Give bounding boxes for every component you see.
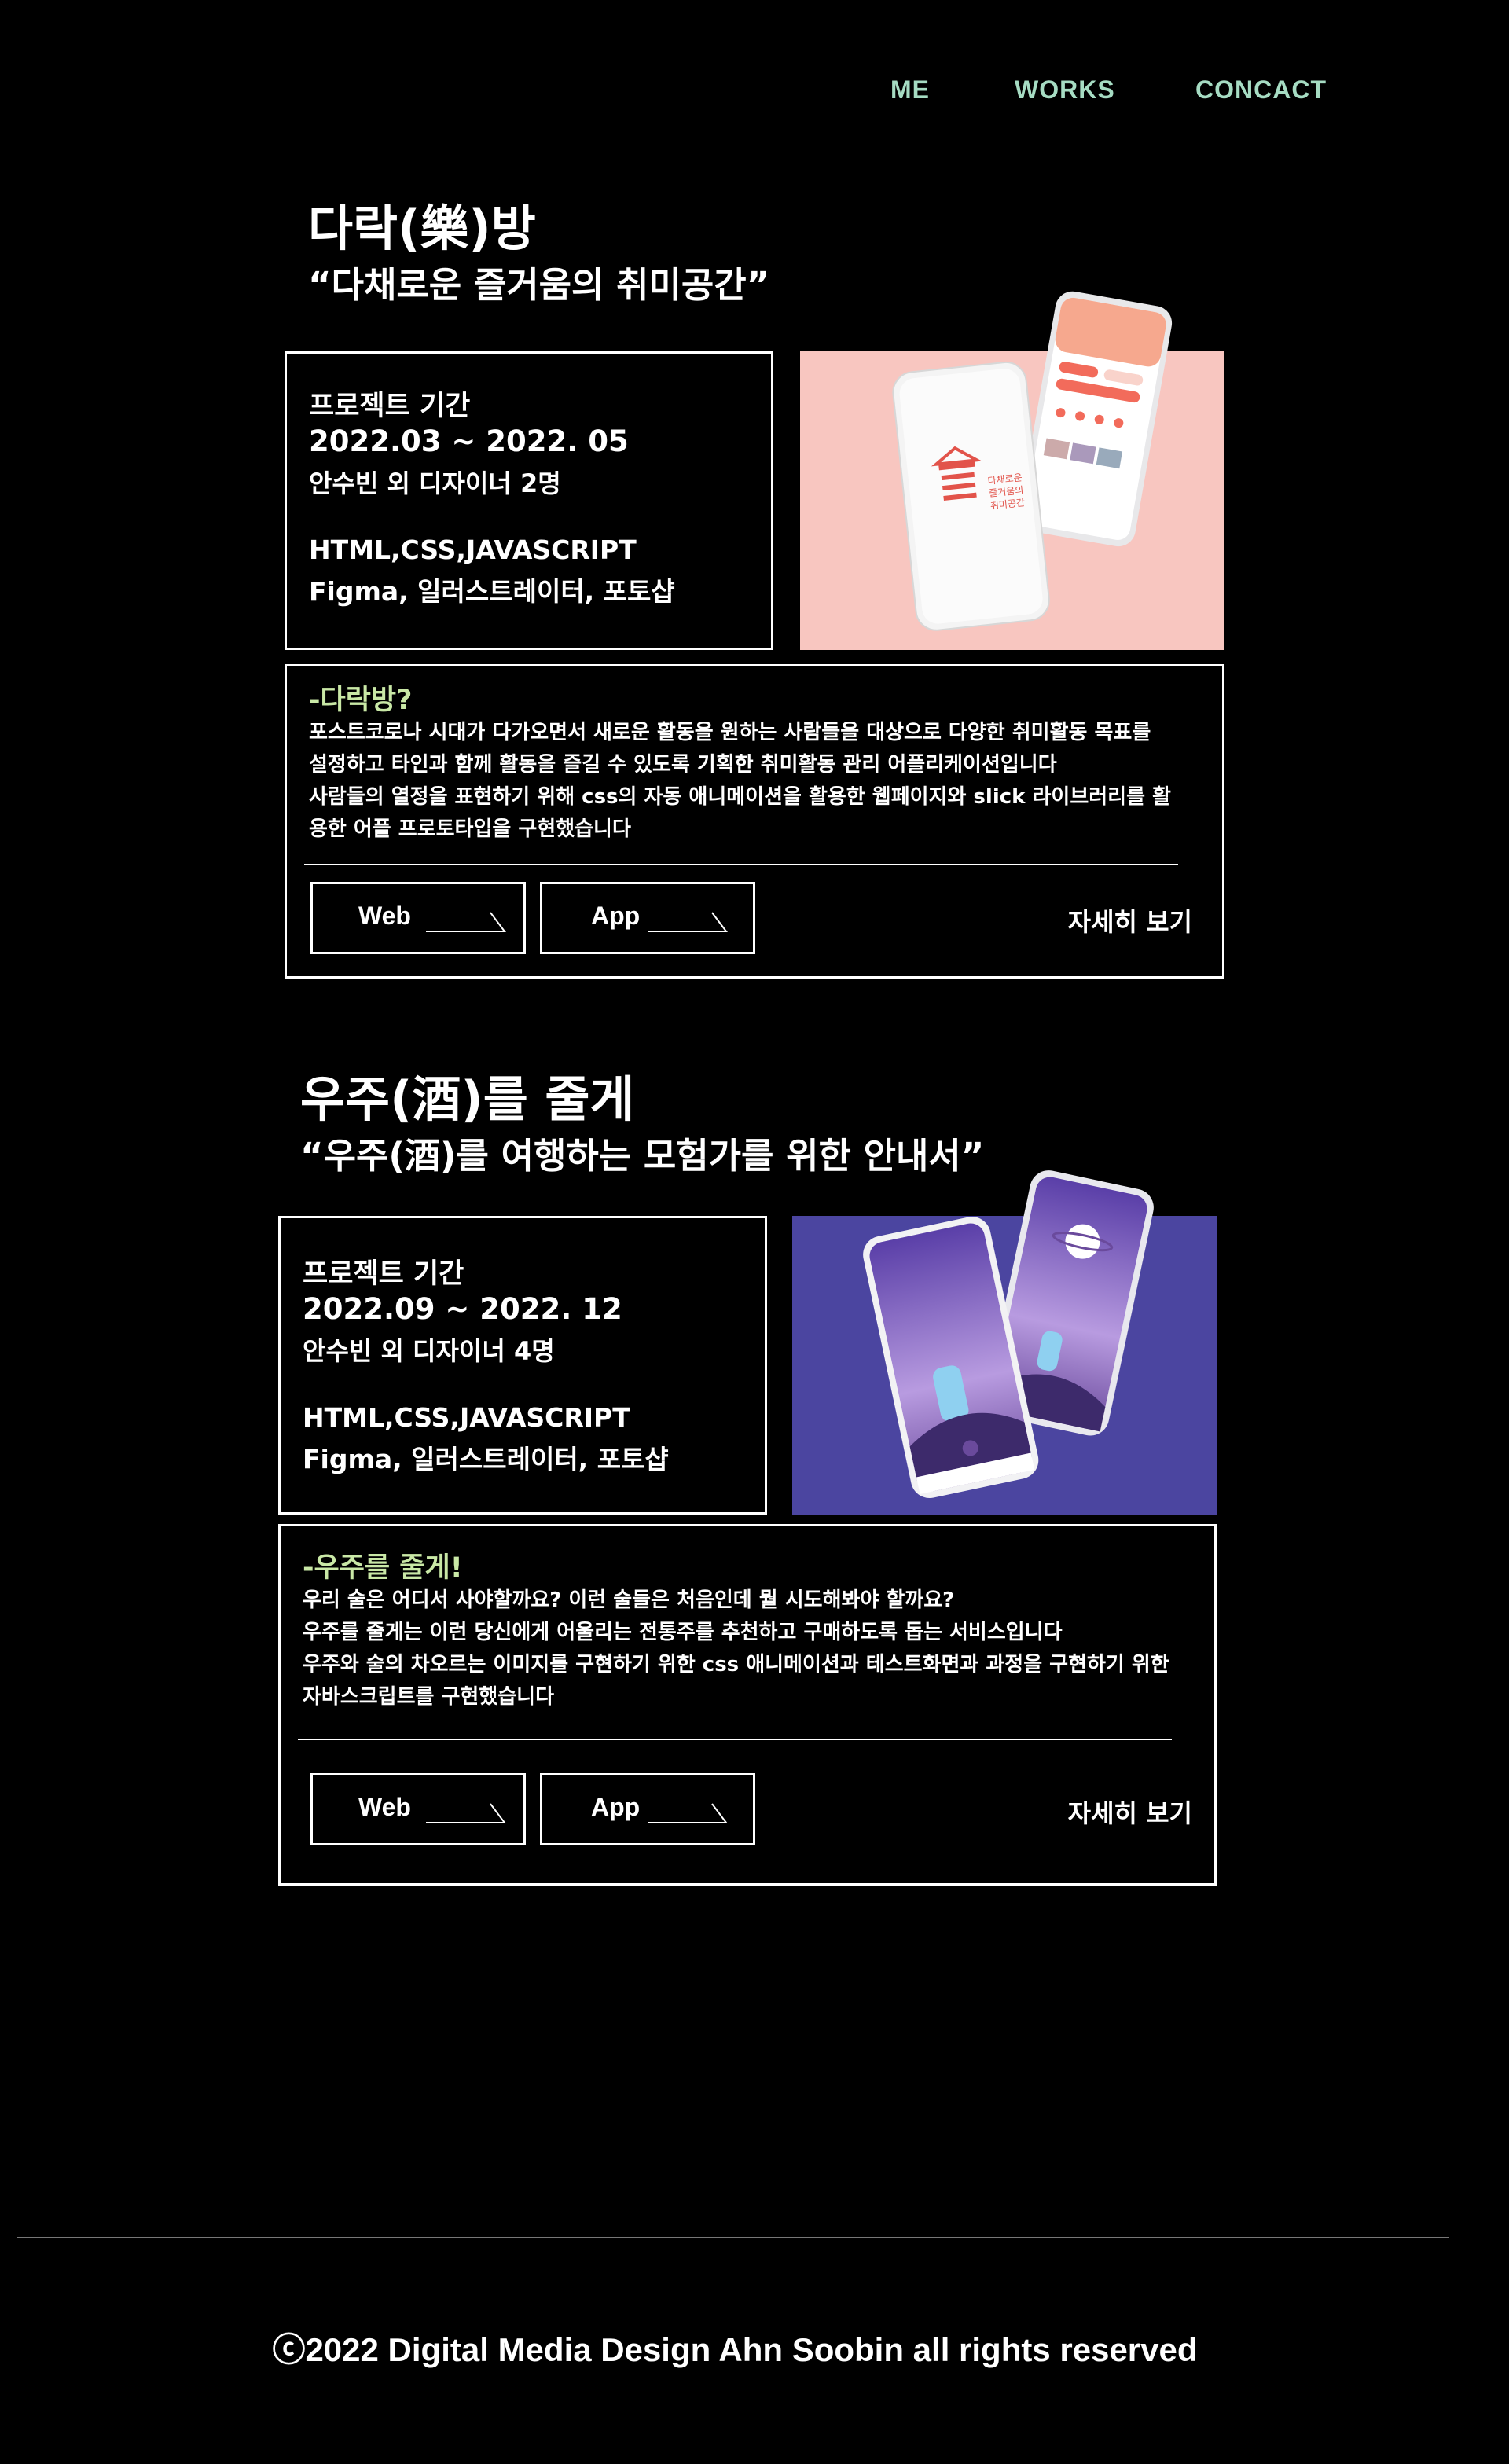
project-info-box: 프로젝트 기간 2022.03 ~ 2022. 05 안수빈 외 디자이너 2명… <box>285 351 773 650</box>
description-heading: -다락방? <box>309 685 413 716</box>
description-heading: -우주를 줄게! <box>303 1552 463 1584</box>
team-text: 안수빈 외 디자이너 4명 <box>303 1336 555 1366</box>
view-details-link[interactable]: 자세히 보기 <box>1068 1794 1192 1830</box>
nav-me-link[interactable]: ME <box>890 75 930 105</box>
phone-mockup-image: 다채로운 즐거움의 취미공간 <box>892 291 1173 631</box>
arrow-icon <box>648 1803 728 1823</box>
period-label: 프로젝트 기간 <box>303 1258 464 1290</box>
tools-text: Figma, 일러스트레이터, 포토샵 <box>309 576 675 607</box>
nav-works-link[interactable]: WORKS <box>1015 75 1115 105</box>
period-label: 프로젝트 기간 <box>309 391 471 422</box>
project-subtitle: “다채로운 즐거움의 취미공간” <box>308 264 770 306</box>
project-thumbnail[interactable] <box>792 1170 1217 1515</box>
description-line: 용한 어플 프로토타입을 구현했습니다 <box>309 817 631 841</box>
description-line: 자바스크립트를 구현했습니다 <box>303 1685 555 1709</box>
app-button-label: App <box>591 1793 641 1821</box>
web-button[interactable]: Web <box>310 882 526 954</box>
tools-text: Figma, 일러스트레이터, 포토샵 <box>303 1444 669 1474</box>
phone-mockup-image <box>863 1170 1154 1499</box>
app-button[interactable]: App <box>540 882 755 954</box>
web-button-label: Web <box>358 1793 411 1821</box>
description-text: 포스트코로나 시대가 다가오면서 새로운 활동을 원하는 사람들을 대상으로 다… <box>309 717 1200 846</box>
divider <box>298 1739 1172 1740</box>
description-line: 우리 술은 어디서 사야할까요? 이런 술들은 처음인데 뭘 시도해봐야 할까요… <box>303 1588 955 1612</box>
web-button-label: Web <box>358 902 411 930</box>
footer-divider <box>17 2237 1449 2238</box>
team-text: 안수빈 외 디자이너 2명 <box>309 468 561 498</box>
footer-copyright: ⓒ2022 Digital Media Design Ahn Soobin al… <box>272 2331 1198 2368</box>
app-button[interactable]: App <box>540 1773 755 1845</box>
project-description-box: -다락방? 포스트코로나 시대가 다가오면서 새로운 활동을 원하는 사람들을 … <box>285 664 1224 979</box>
description-line: 우주를 줄게는 이런 당신에게 어울리는 전통주를 추천하고 구매하도록 돕는 … <box>303 1621 1063 1644</box>
top-nav: ME WORKS CONCACT <box>0 75 1509 115</box>
description-line: 포스트코로나 시대가 다가오면서 새로운 활동을 원하는 사람들을 대상으로 다… <box>309 721 1151 744</box>
description-line: 사람들의 열정을 표현하기 위해 css의 자동 애니메이션을 활용한 웹페이지… <box>309 785 1171 809</box>
tech-text: HTML,CSS,JAVASCRIPT <box>309 534 637 565</box>
arrow-icon <box>426 1803 506 1823</box>
project-title: 우주(酒)를 줄게 <box>300 1070 635 1128</box>
web-button[interactable]: Web <box>310 1773 526 1845</box>
app-button-label: App <box>591 902 641 930</box>
tech-text: HTML,CSS,JAVASCRIPT <box>303 1402 630 1433</box>
nav-contact-link[interactable]: CONCACT <box>1195 75 1327 105</box>
divider <box>304 864 1178 865</box>
description-line: 설정하고 타인과 함께 활동을 즐길 수 있도록 기획한 취미활동 관리 어플리… <box>309 753 1057 777</box>
project-description-box: -우주를 줄게! 우리 술은 어디서 사야할까요? 이런 술들은 처음인데 뭘 … <box>278 1524 1217 1886</box>
description-line: 우주와 술의 차오르는 이미지를 구현하기 위한 css 애니메이션과 테스트화… <box>303 1653 1169 1676</box>
period-value: 2022.03 ~ 2022. 05 <box>309 424 629 458</box>
project-thumbnail[interactable]: 다채로운 즐거움의 취미공간 <box>800 291 1224 650</box>
period-value: 2022.09 ~ 2022. 12 <box>303 1292 622 1326</box>
project-info-box: 프로젝트 기간 2022.09 ~ 2022. 12 안수빈 외 디자이너 4명… <box>278 1216 767 1515</box>
arrow-icon <box>426 912 506 932</box>
project-title: 다락(樂)방 <box>308 200 536 257</box>
view-details-link[interactable]: 자세히 보기 <box>1068 902 1192 938</box>
description-text: 우리 술은 어디서 사야할까요? 이런 술들은 처음인데 뭘 시도해봐야 할까요… <box>303 1585 1192 1713</box>
arrow-icon <box>648 912 728 932</box>
